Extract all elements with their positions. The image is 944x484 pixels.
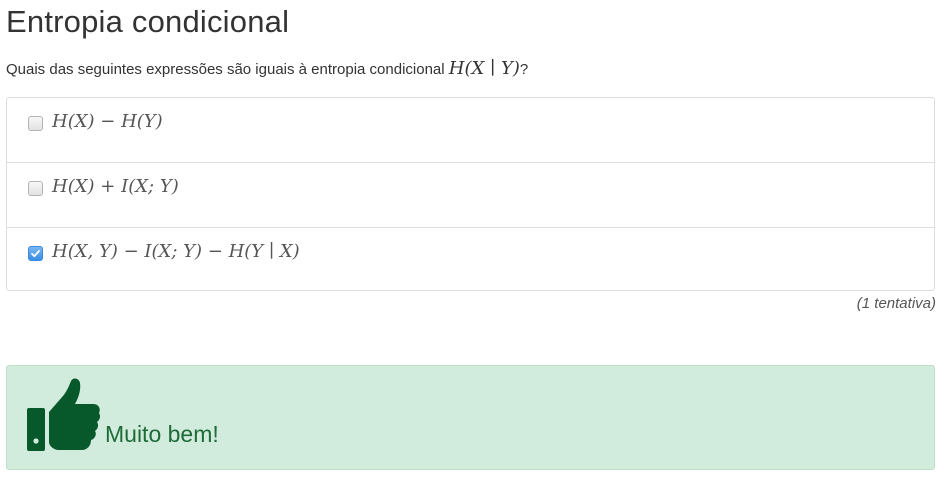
attempts-count: (1 tentativa): [856, 295, 936, 312]
option-label-2[interactable]: H(X) + I(X; Y): [52, 174, 179, 200]
option-row-2[interactable]: H(X) + I(X; Y): [7, 163, 934, 228]
feedback-box: Muito bem!: [6, 365, 935, 470]
question-suffix: ?: [519, 61, 529, 78]
option-checkbox-2[interactable]: [28, 181, 43, 196]
question-math: H(X ∣ Y): [448, 58, 520, 79]
checkmark-icon: [31, 250, 40, 258]
question-text: Quais das seguintes expressões são iguai…: [6, 57, 528, 82]
option-row-1[interactable]: H(X) − H(Y): [7, 98, 934, 163]
option-checkbox-3[interactable]: [28, 246, 43, 261]
option-label-3[interactable]: H(X, Y) − I(X; Y) − H(Y ∣ X): [52, 239, 300, 265]
option-row-3[interactable]: H(X, Y) − I(X; Y) − H(Y ∣ X): [7, 228, 934, 291]
options-panel: H(X) − H(Y) H(X) + I(X; Y) H(X, Y) − I(X…: [6, 97, 935, 291]
thumbs-up-icon: [27, 378, 101, 451]
option-label-1[interactable]: H(X) − H(Y): [52, 109, 163, 135]
option-checkbox-1[interactable]: [28, 116, 43, 131]
feedback-message: Muito bem!: [105, 421, 219, 447]
page-title: Entropia condicional: [6, 4, 290, 39]
question-prompt: Quais das seguintes expressões são iguai…: [6, 61, 449, 78]
